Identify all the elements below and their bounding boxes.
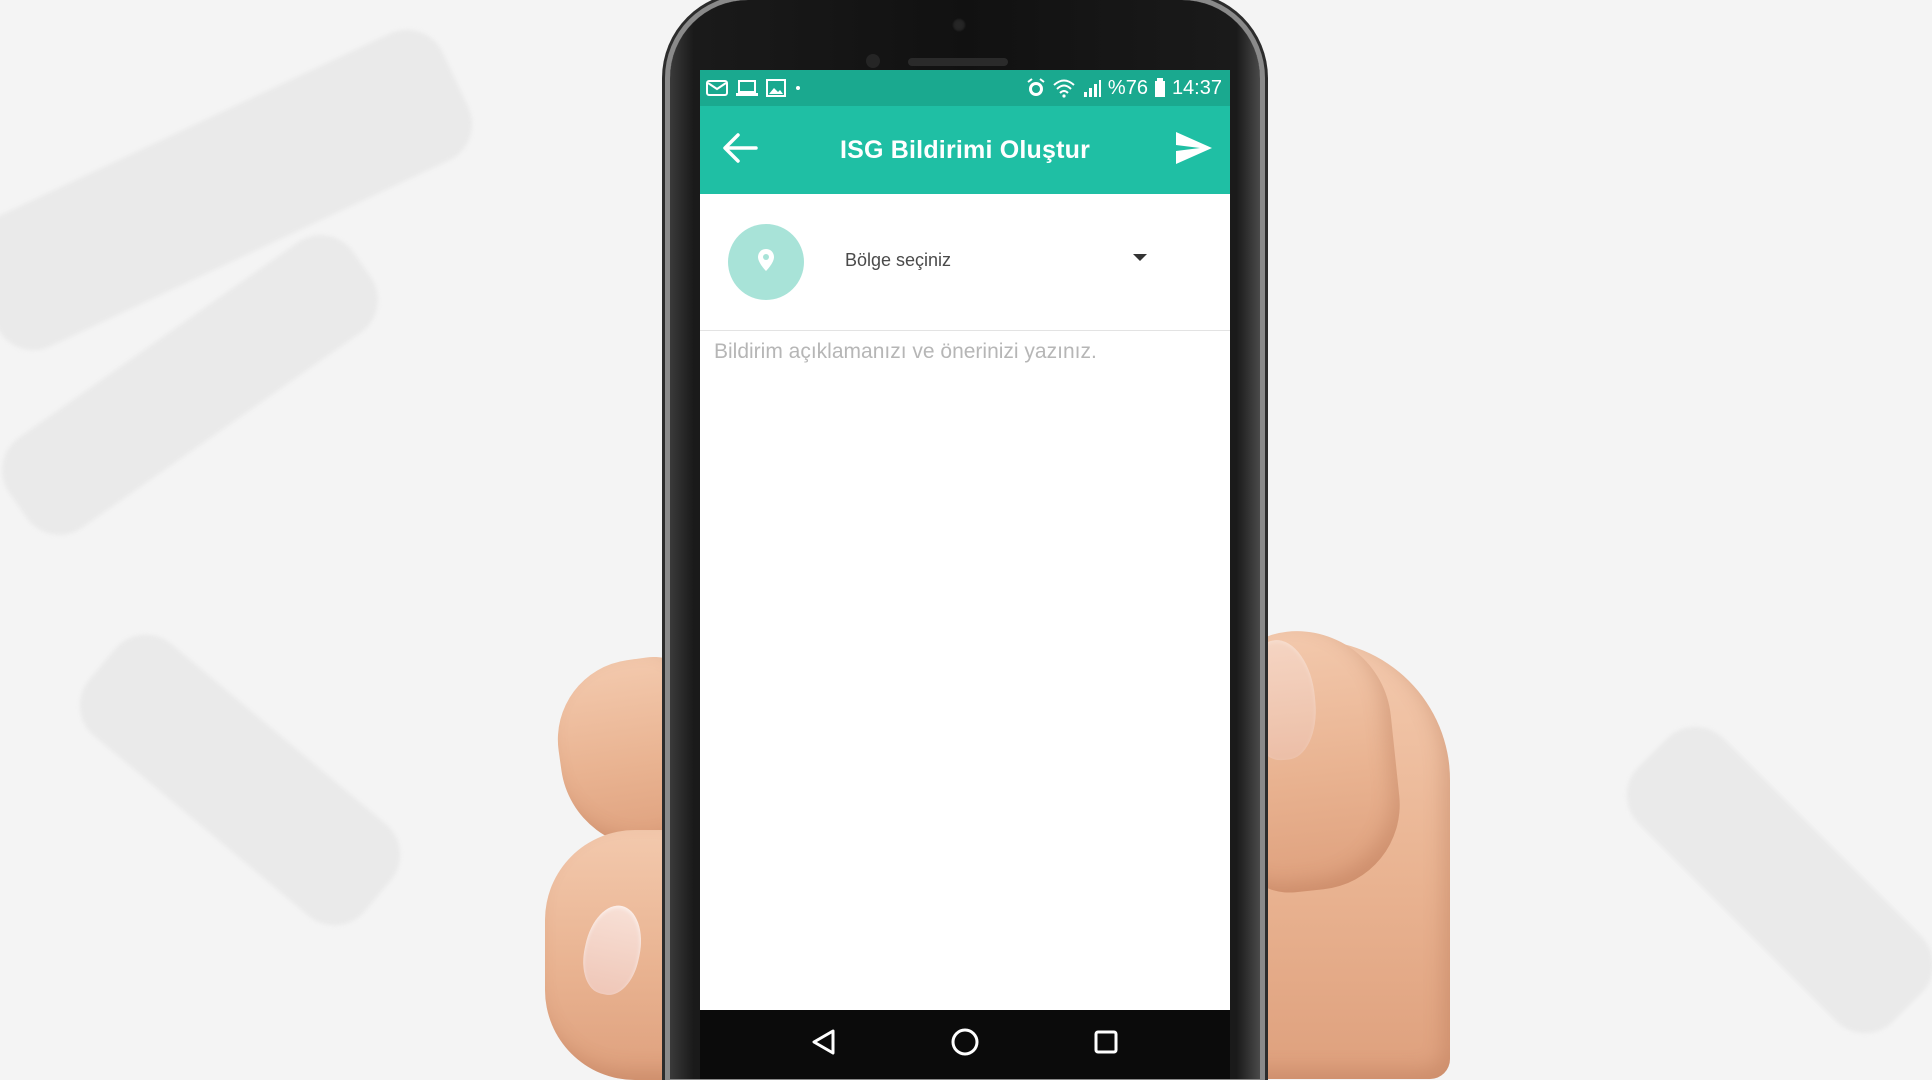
status-time: 14:37	[1171, 76, 1222, 99]
nav-home-button[interactable]	[945, 1024, 985, 1064]
background-stroke	[63, 618, 417, 942]
region-icon-circle	[728, 224, 804, 300]
status-bar: %76 14:37	[700, 70, 1230, 106]
location-pin-icon	[757, 248, 775, 277]
phone-camera	[952, 18, 966, 32]
battery-percent: %76	[1107, 76, 1148, 99]
system-nav-bar	[700, 1010, 1230, 1079]
phone-sensor	[866, 54, 880, 68]
alarm-icon	[1026, 78, 1046, 98]
app-screen: %76 14:37 ISG Bildirimi Oluştur Bölge se…	[700, 70, 1230, 1079]
nav-recents-button[interactable]	[1086, 1024, 1126, 1064]
region-select-label: Bölge seçiniz	[845, 250, 952, 270]
send-icon	[1174, 130, 1214, 171]
region-selector[interactable]: Bölge seçiniz	[700, 194, 1230, 331]
home-circle-icon	[949, 1026, 981, 1063]
dot-icon	[794, 84, 802, 92]
image-icon	[766, 79, 786, 97]
page-title: ISG Bildirimi Oluştur	[839, 135, 1091, 164]
wifi-icon	[1052, 78, 1076, 98]
app-bar: ISG Bildirimi Oluştur	[700, 106, 1230, 194]
battery-icon	[1154, 78, 1166, 98]
signal-icon	[1082, 78, 1102, 98]
background-stroke	[1610, 710, 1932, 1050]
back-triangle-icon	[809, 1027, 839, 1062]
chevron-down-icon[interactable]	[1133, 254, 1147, 261]
nav-back-button[interactable]	[804, 1024, 844, 1064]
recents-square-icon	[1092, 1028, 1120, 1061]
mail-icon	[706, 79, 728, 97]
phone-speaker	[908, 58, 1008, 66]
send-button[interactable]	[1170, 126, 1218, 174]
laptop-icon	[736, 79, 758, 97]
phone-device: %76 14:37 ISG Bildirimi Oluştur Bölge se…	[670, 0, 1260, 1079]
description-input[interactable]	[714, 340, 1214, 1020]
